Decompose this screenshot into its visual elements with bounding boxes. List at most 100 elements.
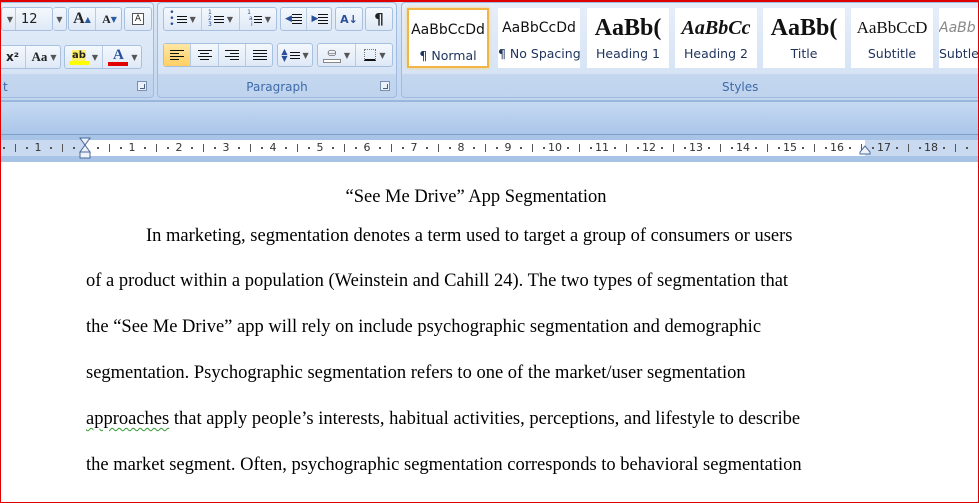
- style-name: Heading 1: [596, 46, 660, 61]
- numbering-icon: 123: [208, 9, 212, 28]
- borders-button[interactable]: ▼: [356, 44, 394, 66]
- align-center-icon: [197, 48, 212, 62]
- sort-icon: A↓: [340, 12, 358, 26]
- highlight-button[interactable]: ab ▼: [65, 46, 103, 68]
- ruler-label: 14: [736, 141, 750, 154]
- grow-font-button[interactable]: A ▲: [69, 8, 96, 30]
- show-hide-marks-button[interactable]: ¶: [365, 7, 393, 31]
- ruler-tick: [155, 144, 157, 152]
- style-subtle-emphasis[interactable]: AaBb Subtle: [939, 8, 979, 68]
- align-left-button[interactable]: [164, 44, 191, 66]
- numbering-button[interactable]: 123 ▼: [202, 8, 240, 30]
- ruler-tick: [672, 144, 674, 152]
- style-subtitle[interactable]: AaBbCcD Subtitle: [851, 8, 933, 68]
- ruler-tick: [766, 144, 768, 152]
- ruler-tick: [578, 144, 580, 152]
- ribbon: ▼ 12 ▼ A ▲ A ▼ A x² Aa ▼ ab ▼ A ▼ t • • …: [0, 0, 979, 100]
- document-body[interactable]: “See Me Drive” App Segmentation In marke…: [86, 182, 886, 488]
- ruler-tick: [296, 144, 298, 152]
- font-size-dropdown[interactable]: ▼ 12: [1, 7, 53, 31]
- ruler-tick: [566, 147, 569, 149]
- font-group: ▼ 12 ▼ A ▲ A ▼ A x² Aa ▼ ab ▼ A ▼ t: [0, 2, 154, 98]
- style-heading-2[interactable]: AaBbCc Heading 2: [675, 8, 757, 68]
- multilevel-list-icon: 1 a i: [247, 9, 253, 28]
- superscript-button[interactable]: x²: [0, 46, 26, 68]
- document-page[interactable]: “See Me Drive” App Segmentation In marke…: [2, 162, 978, 502]
- font-color-button[interactable]: A ▼: [103, 46, 143, 68]
- multilevel-list-button[interactable]: 1 a i ▼: [240, 8, 278, 30]
- font-dialog-launcher[interactable]: [137, 81, 147, 91]
- ruler-label: 3: [222, 141, 230, 154]
- ruler-tick: [14, 144, 16, 152]
- ruler-tick: [872, 147, 875, 149]
- style-sample: AaBbCc: [681, 17, 751, 39]
- ruler-tick: [813, 144, 815, 152]
- paragraph-dialog-launcher[interactable]: [380, 81, 390, 91]
- change-case-button[interactable]: Aa ▼: [26, 46, 62, 68]
- first-line-indent-marker[interactable]: [79, 137, 91, 159]
- right-indent-marker[interactable]: [859, 145, 871, 155]
- decrease-indent-button[interactable]: ◀: [281, 8, 307, 30]
- ruler-label: 9: [504, 141, 512, 154]
- ruler-tick: [613, 147, 616, 149]
- clear-formatting-button[interactable]: A: [124, 7, 152, 31]
- ruler-tick: [848, 147, 851, 149]
- spelling-error-word[interactable]: approaches: [86, 409, 169, 429]
- justify-button[interactable]: [246, 44, 274, 66]
- ruler-tick: [684, 147, 687, 149]
- ruler-label: 15: [783, 141, 797, 154]
- bullets-button[interactable]: • • • ▼: [164, 8, 202, 30]
- align-right-button[interactable]: [219, 44, 246, 66]
- style-sample: AaBbCcD: [856, 18, 928, 37]
- style-no-spacing[interactable]: AaBbCcDd ¶ No Spacing: [498, 8, 580, 68]
- font-name-dropdown-arrow[interactable]: ▼: [2, 8, 16, 30]
- style-normal[interactable]: AaBbCcDd ¶ Normal: [407, 8, 489, 68]
- ruler-tick: [284, 147, 287, 149]
- ruler-label: 7: [410, 141, 418, 154]
- ruler-tick: [531, 144, 533, 152]
- sort-button[interactable]: A↓: [335, 7, 363, 31]
- paragraph-group: • • • ▼ 123 ▼ 1 a i ▼ ◀ ▶ A↓ ¶ ▲ ▼ ▼ ⛀ ▼…: [157, 2, 397, 98]
- document-title: “See Me Drive” App Segmentation: [345, 187, 607, 207]
- ruler-tick: [707, 147, 710, 149]
- ruler-tick: [249, 144, 251, 152]
- horizontal-ruler[interactable]: 1 1 2 3 4 5 6 7 8 9 10 11 12 13 14 15 16 17 18: [0, 134, 979, 162]
- font-size-arrow[interactable]: ▼: [53, 7, 67, 31]
- ruler-tick: [731, 147, 734, 149]
- increase-indent-button[interactable]: ▶: [307, 8, 333, 30]
- document-line: of a product within a population (Weinst…: [86, 271, 789, 291]
- ruler-label: 12: [642, 141, 656, 154]
- shrink-font-button[interactable]: A ▼: [96, 8, 123, 30]
- style-sample: AaBb(: [594, 15, 662, 41]
- increase-indent-icon: ▶: [311, 14, 319, 24]
- font-group-label: t: [3, 80, 8, 94]
- ruler-tick: [637, 147, 640, 149]
- line-spacing-button[interactable]: ▲ ▼ ▼: [277, 43, 313, 67]
- justify-icon: [253, 48, 267, 62]
- ruler-tick: [496, 147, 499, 149]
- align-center-button[interactable]: [191, 44, 219, 66]
- style-title[interactable]: AaBb( Title: [763, 8, 845, 68]
- ruler-tick: [907, 144, 909, 152]
- ruler-label: 1: [128, 141, 136, 154]
- ruler-tick: [472, 147, 475, 149]
- ruler-tick: [61, 144, 63, 152]
- shrink-font-icon: A: [102, 11, 111, 26]
- font-color-icon: A: [113, 46, 124, 63]
- paint-bucket-icon: ⛀: [327, 46, 337, 59]
- ruler-tick: [378, 147, 381, 149]
- shading-button[interactable]: ⛀ ▼: [318, 44, 356, 66]
- clear-formatting-icon: A: [131, 13, 145, 25]
- style-heading-1[interactable]: AaBb( Heading 1: [587, 8, 669, 68]
- ruler-tick: [484, 144, 486, 152]
- ruler-tick: [543, 147, 546, 149]
- ruler-tick: [49, 147, 52, 149]
- ruler-label: 18: [924, 141, 938, 154]
- ruler-tick: [402, 147, 405, 149]
- ruler-tick: [355, 147, 358, 149]
- ribbon-bottom-band: [0, 100, 979, 136]
- document-line-rest: that apply people’s interests, habitual …: [173, 409, 801, 429]
- ruler-tick: [308, 147, 311, 149]
- ruler-tick: [73, 147, 76, 149]
- ruler-tick: [214, 147, 217, 149]
